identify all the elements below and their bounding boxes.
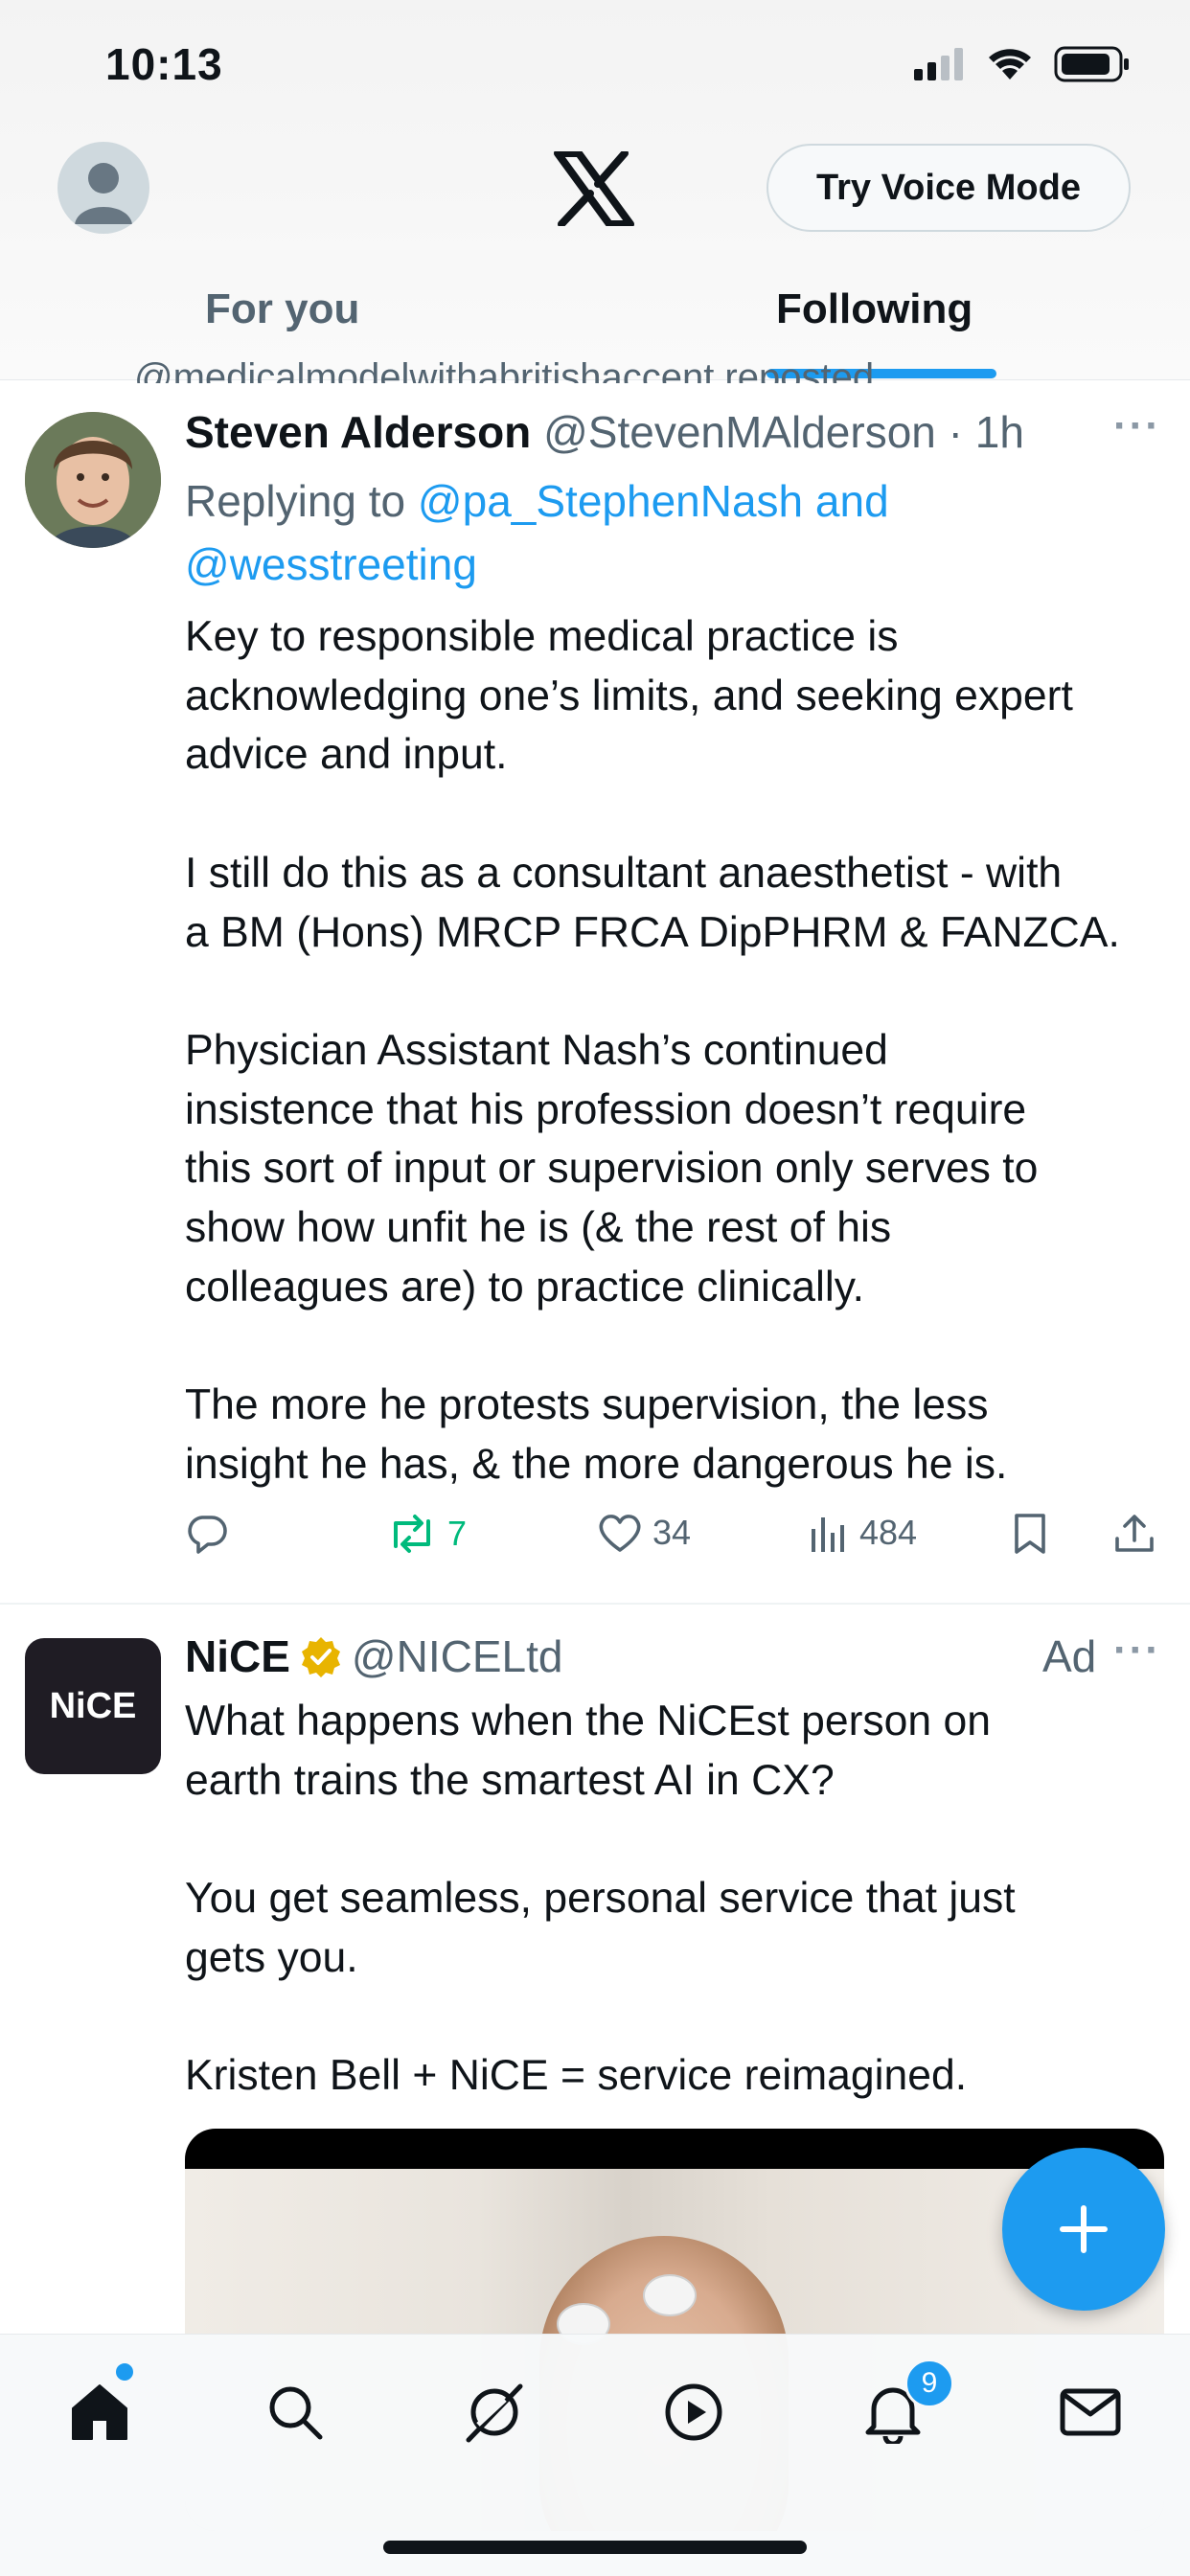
repost-count: 7 xyxy=(447,1514,468,1553)
plus-icon xyxy=(1060,2205,1108,2253)
repost-icon xyxy=(394,1515,430,1553)
heart-icon xyxy=(599,1515,641,1552)
default-avatar-icon xyxy=(75,163,132,224)
electrode-pad xyxy=(643,2274,697,2316)
views-chart-icon xyxy=(812,1517,844,1552)
profile-avatar-button[interactable] xyxy=(57,142,149,234)
nav-video[interactable] xyxy=(655,2374,732,2451)
ad-text: What happens when the NiCEst person on e… xyxy=(185,1698,1016,2100)
notification-badge: 9 xyxy=(904,2359,954,2408)
like-button[interactable]: 34 xyxy=(597,1512,691,1554)
grok-icon xyxy=(466,2383,523,2443)
battery-icon xyxy=(1054,46,1129,82)
more-options-button[interactable]: ··· xyxy=(1113,402,1161,450)
bookmark-icon xyxy=(1015,1514,1045,1554)
x-logo-icon[interactable] xyxy=(554,151,634,226)
tweet-header: Steven Alderson @StevenMAlderson · 1h xyxy=(185,406,1024,458)
share-button[interactable] xyxy=(1112,1512,1156,1556)
nav-search[interactable] xyxy=(257,2374,333,2451)
nav-grok[interactable] xyxy=(456,2374,533,2451)
advertiser-handle[interactable]: @NICELtd xyxy=(352,1630,563,1682)
tweet-text: Key to responsible medical practice is a… xyxy=(185,613,1120,1488)
ad-more-options-button[interactable]: ··· xyxy=(1113,1627,1161,1675)
home-new-posts-dot xyxy=(113,2360,136,2383)
repost-button[interactable]: 7 xyxy=(386,1512,467,1556)
wifi-icon xyxy=(989,49,1031,80)
tweet-divider xyxy=(0,1603,1190,1605)
try-voice-mode-button[interactable]: Try Voice Mode xyxy=(767,144,1131,232)
ad-label: Ad xyxy=(1042,1631,1097,1681)
status-time: 10:13 xyxy=(105,39,223,89)
bookmark-button[interactable] xyxy=(1011,1512,1049,1556)
tweet-author-avatar[interactable] xyxy=(25,412,161,548)
tab-following[interactable]: Following xyxy=(776,285,973,333)
nav-home[interactable] xyxy=(61,2374,138,2451)
author-photo-icon xyxy=(25,412,161,548)
mail-icon xyxy=(1060,2388,1121,2436)
home-indicator-bar xyxy=(383,2541,807,2554)
verified-gold-badge-icon xyxy=(301,1637,340,1677)
replying-prefix: Replying to xyxy=(185,476,418,526)
replying-to: Replying to @pa_StephenNash and @wesstre… xyxy=(185,469,1124,596)
search-icon xyxy=(269,2386,323,2440)
author-name[interactable]: Steven Alderson xyxy=(185,407,531,457)
reply-button[interactable] xyxy=(185,1512,229,1556)
tweet-time: · 1h xyxy=(948,407,1024,457)
author-handle[interactable]: @StevenMAlderson xyxy=(543,407,936,457)
repost-context: @medicalmodelwithabritishaccent reposted xyxy=(134,356,875,383)
home-icon xyxy=(72,2384,127,2440)
status-icons xyxy=(914,46,1131,82)
cellular-signal-icon xyxy=(914,48,963,80)
play-video-icon xyxy=(665,2383,722,2441)
ad-header: NiCE @NICELtd xyxy=(185,1630,562,1682)
reply-icon xyxy=(188,1516,227,1554)
compose-post-button[interactable] xyxy=(1002,2148,1165,2311)
tweet-actions: 7 34 484 xyxy=(185,1512,1172,1569)
like-count: 34 xyxy=(652,1513,692,1552)
tab-for-you[interactable]: For you xyxy=(205,285,359,333)
nav-messages[interactable] xyxy=(1052,2374,1129,2451)
advertiser-name[interactable]: NiCE xyxy=(185,1630,290,1682)
views-button[interactable]: 484 xyxy=(808,1512,917,1554)
advertiser-avatar[interactable]: NiCE xyxy=(25,1638,161,1774)
share-icon xyxy=(1115,1515,1154,1552)
view-count: 484 xyxy=(859,1513,918,1552)
